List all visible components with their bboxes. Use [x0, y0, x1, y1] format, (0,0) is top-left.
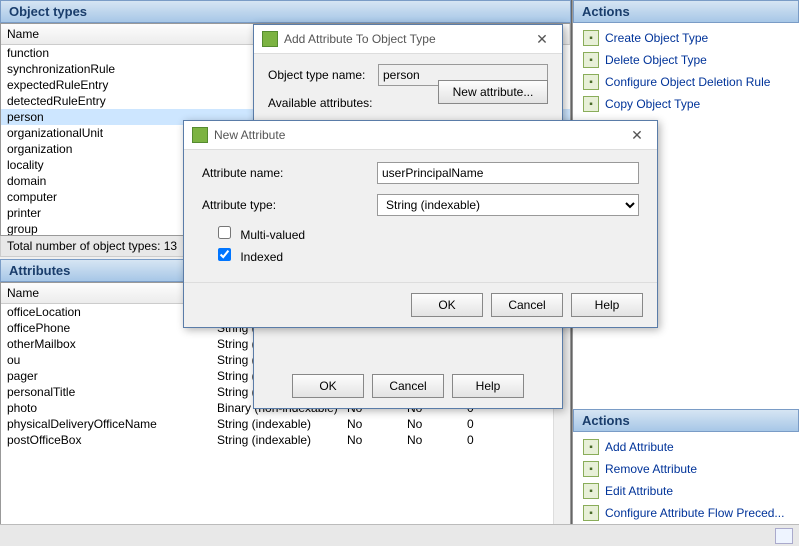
close-icon[interactable]: ✕	[530, 29, 554, 49]
ok-button[interactable]: OK	[411, 293, 483, 317]
multi-valued-input[interactable]	[218, 226, 231, 239]
help-button[interactable]: Help	[571, 293, 643, 317]
attribute-type-label: Attribute type:	[202, 198, 377, 212]
action-icon: ▪	[583, 96, 599, 112]
dialog-title: Add Attribute To Object Type	[284, 32, 436, 46]
status-bar	[0, 524, 799, 546]
app-icon	[262, 31, 278, 47]
available-attributes-label: Available attributes:	[268, 96, 378, 110]
help-button[interactable]: Help	[452, 374, 524, 398]
cancel-button[interactable]: Cancel	[491, 293, 563, 317]
attribute-type-select[interactable]: String (indexable)	[377, 194, 639, 216]
action-item[interactable]: ▪Remove Attribute	[573, 458, 799, 480]
action-icon: ▪	[583, 483, 599, 499]
actions-bottom-header: Actions	[573, 409, 799, 432]
ok-button[interactable]: OK	[292, 374, 364, 398]
action-item[interactable]: ▪Configure Object Deletion Rule	[573, 71, 799, 93]
attribute-row[interactable]: postOfficeBoxString (indexable)NoNo0	[1, 432, 570, 448]
multi-valued-checkbox[interactable]: Multi-valued	[218, 228, 305, 242]
attribute-name-field[interactable]	[377, 162, 639, 184]
action-item[interactable]: ▪Add Attribute	[573, 436, 799, 458]
status-icon	[775, 528, 793, 544]
app-icon	[192, 127, 208, 143]
indexed-input[interactable]	[218, 248, 231, 261]
indexed-checkbox[interactable]: Indexed	[218, 250, 283, 264]
attribute-row[interactable]: physicalDeliveryOfficeNameString (indexa…	[1, 416, 570, 432]
action-item[interactable]: ▪Configure Attribute Flow Preced...	[573, 502, 799, 524]
action-icon: ▪	[583, 505, 599, 521]
object-type-name-label: Object type name:	[268, 68, 378, 82]
object-types-header: Object types	[0, 0, 571, 23]
new-attribute-dialog: New Attribute ✕ Attribute name: Attribut…	[183, 120, 658, 328]
action-icon: ▪	[583, 439, 599, 455]
cancel-button[interactable]: Cancel	[372, 374, 444, 398]
close-icon[interactable]: ✕	[625, 125, 649, 145]
actions-top-list: ▪Create Object Type▪Delete Object Type▪C…	[573, 23, 799, 119]
col-attr-name[interactable]: Name	[1, 283, 211, 303]
action-icon: ▪	[583, 461, 599, 477]
action-icon: ▪	[583, 74, 599, 90]
action-item[interactable]: ▪Edit Attribute	[573, 480, 799, 502]
action-icon: ▪	[583, 30, 599, 46]
action-item[interactable]: ▪Delete Object Type	[573, 49, 799, 71]
attribute-name-label: Attribute name:	[202, 166, 377, 180]
action-item[interactable]: ▪Create Object Type	[573, 27, 799, 49]
actions-top-header: Actions	[573, 0, 799, 23]
actions-bottom-list: ▪Add Attribute▪Remove Attribute▪Edit Att…	[573, 432, 799, 528]
new-attribute-button[interactable]: New attribute...	[438, 80, 548, 104]
action-icon: ▪	[583, 52, 599, 68]
action-item[interactable]: ▪Copy Object Type	[573, 93, 799, 115]
dialog-title: New Attribute	[214, 128, 285, 142]
